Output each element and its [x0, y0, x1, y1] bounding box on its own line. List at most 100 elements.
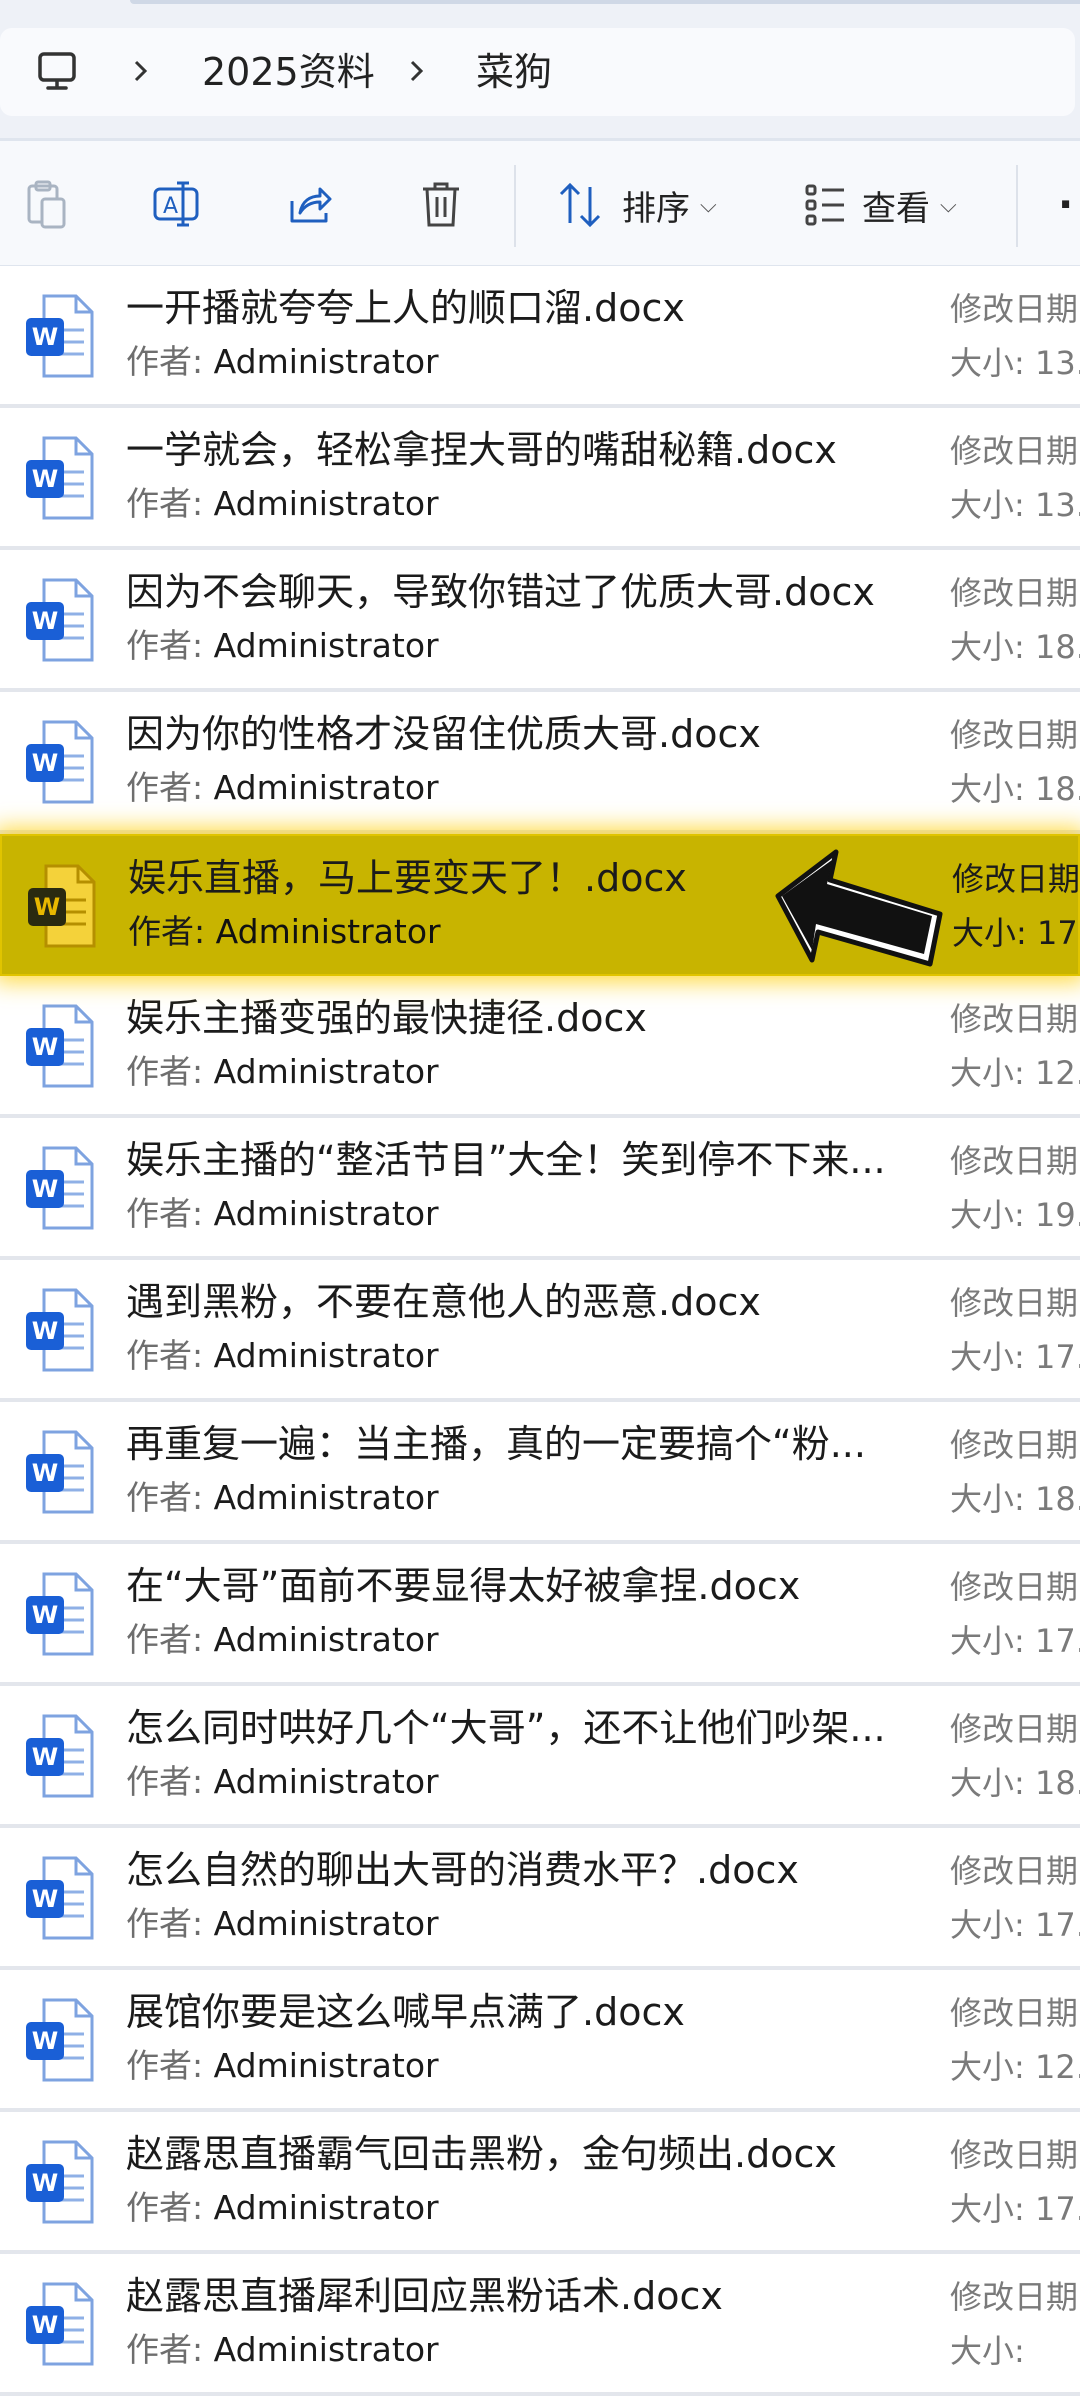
- size-value: 18.: [1034, 1480, 1080, 1518]
- word-document-icon: W: [26, 1288, 94, 1372]
- author-value: Administrator: [213, 1478, 439, 1517]
- file-row[interactable]: W 一开播就夸夸上人的顺口溜.docx 作者: Administrator 修改…: [0, 266, 1080, 408]
- svg-text:W: W: [32, 1601, 58, 1629]
- size-key: 大小:: [950, 1196, 1025, 1234]
- svg-text:W: W: [32, 2311, 58, 2339]
- author-value: Administrator: [215, 912, 441, 951]
- file-row[interactable]: W 遇到黑粉，不要在意他人的恶意.docx 作者: Administrator …: [0, 1260, 1080, 1402]
- share-icon: [290, 187, 332, 223]
- svg-text:W: W: [32, 1175, 58, 1203]
- view-button[interactable]: 查看 ⌵: [804, 177, 957, 233]
- file-author: 作者: Administrator: [126, 1048, 439, 1096]
- size-value: 19.: [1034, 1196, 1080, 1234]
- author-key: 作者:: [126, 2188, 204, 2227]
- file-name[interactable]: 展馆你要是这么喊早点满了.docx: [126, 1984, 926, 2040]
- file-row[interactable]: W 怎么同时哄好几个“大哥”，还不让他们吵架... 作者: Administra…: [0, 1686, 1080, 1828]
- author-value: Administrator: [213, 768, 439, 807]
- file-name[interactable]: 一学就会，轻松拿捏大哥的嘴甜秘籍.docx: [126, 422, 926, 478]
- modified-date-label: 修改日期: [950, 574, 1079, 612]
- svg-text:W: W: [32, 1317, 58, 1345]
- file-author: 作者: Administrator: [126, 480, 439, 528]
- author-value: Administrator: [213, 342, 439, 381]
- file-row[interactable]: W 赵露思直播犀利回应黑粉话术.docx 作者: Administrator 修…: [0, 2254, 1080, 2396]
- file-row[interactable]: W 因为你的性格才没留住优质大哥.docx 作者: Administrator …: [0, 692, 1080, 834]
- word-document-icon: W: [26, 1146, 94, 1230]
- author-key: 作者:: [126, 1478, 204, 1517]
- modified-date-label: 修改日期: [950, 1000, 1079, 1038]
- file-size: 大小: 18.: [950, 766, 1080, 812]
- author-key: 作者:: [126, 1904, 204, 1943]
- svg-text:W: W: [32, 2027, 58, 2055]
- size-key: 大小:: [950, 1338, 1025, 1376]
- file-size: 大小: 18.: [950, 624, 1080, 670]
- file-row[interactable]: W 怎么自然的聊出大哥的消费水平？.docx 作者: Administrator…: [0, 1828, 1080, 1970]
- chevron-right-icon[interactable]: [130, 56, 152, 86]
- address-bar-edge: [130, 0, 1080, 4]
- file-size: 大小:: [950, 2328, 1080, 2374]
- more-options-button[interactable]: ·: [1058, 177, 1073, 233]
- chevron-down-icon: ⌵: [700, 192, 717, 218]
- file-row[interactable]: W 娱乐主播的“整活节目”大全！笑到停不下来... 作者: Administra…: [0, 1118, 1080, 1260]
- file-name[interactable]: 赵露思直播霸气回击黑粉，金句频出.docx: [126, 2126, 926, 2182]
- chevron-right-icon[interactable]: [406, 56, 428, 86]
- author-value: Administrator: [213, 2188, 439, 2227]
- file-name[interactable]: 怎么同时哄好几个“大哥”，还不让他们吵架...: [126, 1700, 926, 1756]
- file-name[interactable]: 赵露思直播犀利回应黑粉话术.docx: [126, 2268, 926, 2324]
- file-row[interactable]: W 再重复一遍：当主播，真的一定要搞个“粉... 作者: Administrat…: [0, 1402, 1080, 1544]
- file-author: 作者: Administrator: [126, 1474, 439, 1522]
- delete-button[interactable]: [418, 177, 464, 233]
- file-size: 大小: 17.: [950, 1902, 1080, 1948]
- author-value: Administrator: [213, 1052, 439, 1091]
- file-author: 作者: Administrator: [126, 1616, 439, 1664]
- file-row[interactable]: W 在“大哥”面前不要显得太好被拿捏.docx 作者: Administrato…: [0, 1544, 1080, 1686]
- breadcrumb-item-caigou[interactable]: 菜狗: [476, 44, 552, 100]
- author-value: Administrator: [213, 1620, 439, 1659]
- file-name[interactable]: 怎么自然的聊出大哥的消费水平？.docx: [126, 1842, 926, 1898]
- author-key: 作者:: [126, 484, 204, 523]
- rename-button[interactable]: A: [152, 177, 202, 233]
- breadcrumb-item-2025[interactable]: 2025资料: [202, 44, 375, 100]
- word-document-icon: W: [26, 2282, 94, 2366]
- svg-text:W: W: [32, 2169, 58, 2197]
- modified-date-label: 修改日期: [950, 1568, 1079, 1606]
- size-value: 13.: [1034, 486, 1080, 524]
- author-value: Administrator: [213, 626, 439, 665]
- file-name[interactable]: 再重复一遍：当主播，真的一定要搞个“粉...: [126, 1416, 926, 1472]
- chevron-down-icon: ⌵: [940, 192, 957, 218]
- file-name[interactable]: 娱乐主播的“整活节目”大全！笑到停不下来...: [126, 1132, 926, 1188]
- file-name[interactable]: 因为不会聊天，导致你错过了优质大哥.docx: [126, 564, 926, 620]
- file-size: 大小: 13.: [950, 340, 1080, 386]
- word-document-icon: W: [26, 1856, 94, 1940]
- rename-icon: A: [153, 181, 199, 227]
- size-key: 大小:: [950, 1906, 1025, 1944]
- this-pc-icon[interactable]: [34, 50, 82, 94]
- file-name[interactable]: 遇到黑粉，不要在意他人的恶意.docx: [126, 1274, 926, 1330]
- file-name[interactable]: 一开播就夸夸上人的顺口溜.docx: [126, 280, 926, 336]
- size-key: 大小:: [950, 1054, 1025, 1092]
- share-button[interactable]: [286, 177, 334, 233]
- file-row[interactable]: W 娱乐主播变强的最快捷径.docx 作者: Administrator 修改日…: [0, 976, 1080, 1118]
- toolbar-separator: [1016, 165, 1018, 247]
- svg-text:W: W: [32, 323, 58, 351]
- file-row[interactable]: W 一学就会，轻松拿捏大哥的嘴甜秘籍.docx 作者: Administrato…: [0, 408, 1080, 550]
- author-value: Administrator: [213, 484, 439, 523]
- window-top-strip: [0, 0, 1080, 8]
- file-row-highlighted[interactable]: W 娱乐直播，马上要变天了！.docx 作者: Administrator 修改…: [0, 834, 1080, 976]
- size-value: 18.: [1034, 628, 1080, 666]
- author-key: 作者:: [126, 2046, 204, 2085]
- file-row[interactable]: W 展馆你要是这么喊早点满了.docx 作者: Administrator 修改…: [0, 1970, 1080, 2112]
- size-key: 大小:: [950, 770, 1025, 808]
- word-document-icon: W: [26, 578, 94, 662]
- file-name[interactable]: 娱乐主播变强的最快捷径.docx: [126, 990, 926, 1046]
- size-key: 大小:: [950, 344, 1025, 382]
- file-name[interactable]: 因为你的性格才没留住优质大哥.docx: [126, 706, 926, 762]
- file-name[interactable]: 在“大哥”面前不要显得太好被拿捏.docx: [126, 1558, 926, 1614]
- sort-button[interactable]: 排序 ⌵: [556, 177, 717, 233]
- file-row[interactable]: W 赵露思直播霸气回击黑粉，金句频出.docx 作者: Administrato…: [0, 2112, 1080, 2254]
- file-row[interactable]: W 因为不会聊天，导致你错过了优质大哥.docx 作者: Administrat…: [0, 550, 1080, 692]
- file-size: 大小: 17.: [950, 2186, 1080, 2232]
- author-value: Administrator: [213, 1762, 439, 1801]
- paste-button[interactable]: [24, 177, 70, 233]
- pointer-arrow-icon: [775, 849, 943, 967]
- author-key: 作者:: [128, 912, 206, 951]
